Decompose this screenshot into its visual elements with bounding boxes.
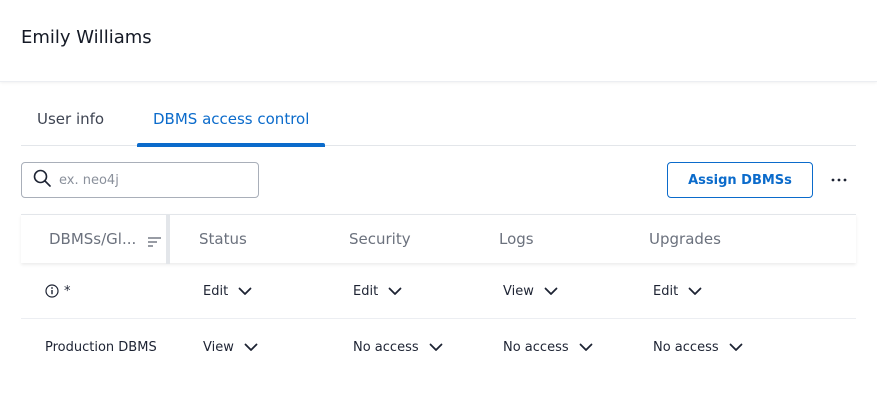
sort-icon[interactable] <box>148 233 161 252</box>
table-row: Production DBMS View No access No access… <box>21 319 856 375</box>
column-resize-handle[interactable] <box>166 215 170 264</box>
tab-label: DBMS access control <box>153 110 310 128</box>
page-title: Emily Williams <box>21 27 152 48</box>
row-name-cell: Production DBMS <box>45 319 157 375</box>
tab-dbms-access-control[interactable]: DBMS access control <box>137 100 326 147</box>
chevron-down-icon <box>688 287 702 296</box>
dbms-access-table: DBMSs/Gl... Status Security Logs Upgrade… <box>21 214 856 375</box>
chevron-down-icon <box>429 343 443 352</box>
status-dropdown[interactable]: View <box>203 319 258 375</box>
logs-dropdown[interactable]: No access <box>503 319 593 375</box>
row-name-cell: * <box>45 263 71 319</box>
security-dropdown[interactable]: No access <box>353 319 443 375</box>
tab-user-info[interactable]: User info <box>21 100 120 146</box>
more-horizontal-icon[interactable] <box>827 168 851 192</box>
dropdown-value: View <box>503 283 534 299</box>
row-name: Production DBMS <box>45 339 157 355</box>
dropdown-value: Edit <box>203 283 229 299</box>
dropdown-value: Edit <box>353 283 379 299</box>
status-dropdown[interactable]: Edit <box>203 263 252 319</box>
chevron-down-icon <box>729 343 743 352</box>
chevron-down-icon <box>388 287 402 296</box>
table-row: * Edit Edit View Edit <box>21 263 856 319</box>
assign-dbmss-button[interactable]: Assign DBMSs <box>667 162 813 198</box>
dropdown-value: View <box>203 339 234 355</box>
page-header: Emily Williams <box>0 0 877 82</box>
security-dropdown[interactable]: Edit <box>353 263 402 319</box>
row-name: * <box>64 283 71 299</box>
upgrades-dropdown[interactable]: Edit <box>653 263 702 319</box>
chevron-down-icon <box>579 343 593 352</box>
info-icon[interactable] <box>45 284 59 298</box>
column-header-logs: Logs <box>499 230 534 248</box>
table-header: DBMSs/Gl... Status Security Logs Upgrade… <box>21 214 856 264</box>
active-tab-indicator <box>137 143 326 147</box>
column-header-security: Security <box>349 230 411 248</box>
chevron-down-icon <box>244 343 258 352</box>
search-input[interactable] <box>59 172 239 188</box>
chevron-down-icon <box>544 287 558 296</box>
column-header-status: Status <box>199 230 247 248</box>
upgrades-dropdown[interactable]: No access <box>653 319 743 375</box>
tab-bar: User info DBMS access control <box>21 100 856 147</box>
dropdown-value: No access <box>503 339 569 355</box>
search-icon <box>33 169 51 191</box>
dropdown-value: Edit <box>653 283 679 299</box>
search-field[interactable] <box>21 162 259 198</box>
chevron-down-icon <box>238 287 252 296</box>
logs-dropdown[interactable]: View <box>503 263 558 319</box>
dropdown-value: No access <box>353 339 419 355</box>
dropdown-value: No access <box>653 339 719 355</box>
column-header-upgrades: Upgrades <box>649 230 721 248</box>
